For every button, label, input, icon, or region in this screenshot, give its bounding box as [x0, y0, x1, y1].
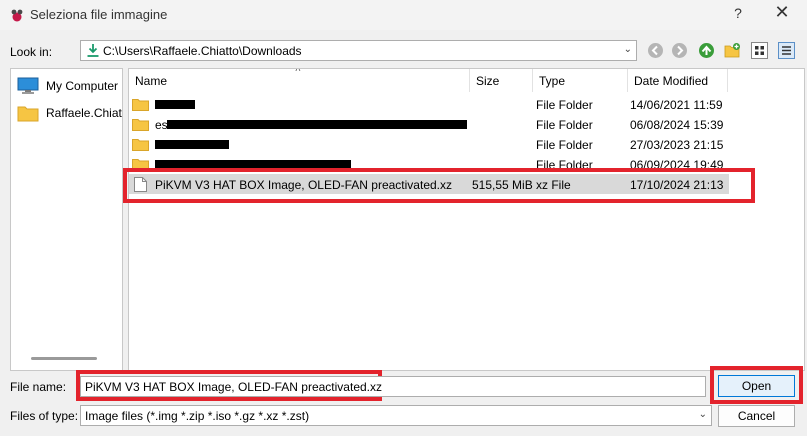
files-of-type-label: Files of type: [10, 409, 79, 423]
column-header-date-modified[interactable]: Date Modified [628, 69, 728, 92]
window-title: Seleziona file immagine [30, 7, 168, 22]
redacted-name [155, 140, 229, 149]
folder-icon [132, 119, 149, 131]
new-folder-icon[interactable] [724, 42, 741, 59]
file-name-label: File name: [10, 380, 67, 394]
column-header-size[interactable]: Size [470, 69, 533, 92]
file-date: 06/08/2024 15:39 [630, 118, 724, 132]
folder-icon [132, 99, 149, 111]
redacted-name [155, 100, 195, 109]
look-in-combo[interactable]: C:\Users\Raffaele.Chiatto\Downloads ⌄ [80, 40, 637, 61]
folder-icon [17, 106, 39, 122]
file-name-input[interactable] [80, 376, 706, 397]
column-header-name[interactable]: Name ˄ [129, 69, 470, 92]
file-date: 14/06/2021 11:59 [630, 98, 723, 112]
redacted-name [155, 160, 351, 168]
title-bar: Seleziona file immagine ? ✕ [0, 0, 807, 30]
computer-icon [17, 77, 39, 94]
close-button[interactable]: ✕ [770, 2, 794, 23]
cancel-button[interactable]: Cancel [718, 405, 795, 427]
highlight-selected-file [123, 168, 755, 203]
file-list: Name ˄ Size Type Date Modified File Fold… [128, 68, 805, 371]
back-icon[interactable] [647, 42, 664, 59]
file-type: File Folder [536, 118, 593, 132]
sort-ascending-icon: ˄ [295, 68, 301, 75]
sidebar-item-label: Raffaele.Chiatt [46, 106, 123, 120]
sidebar-item-my-computer[interactable]: My Computer [11, 73, 122, 99]
sidebar-item-label: My Computer [46, 79, 119, 93]
file-row[interactable]: es File Folder 06/08/2024 15:39 [129, 114, 729, 134]
look-in-path: C:\Users\Raffaele.Chiatto\Downloads [103, 44, 302, 58]
column-header-type[interactable]: Type [533, 69, 628, 92]
file-type: File Folder [536, 98, 593, 112]
open-button[interactable]: Open [718, 375, 795, 397]
sidebar-item-user-folder[interactable]: Raffaele.Chiatt [11, 100, 123, 126]
look-in-label: Look in: [10, 45, 53, 59]
download-icon [87, 44, 99, 57]
file-row[interactable]: File Folder 14/06/2021 11:59 [129, 94, 729, 114]
chevron-down-icon: ⌄ [698, 409, 707, 420]
file-row[interactable]: File Folder 27/03/2023 21:15 [129, 134, 729, 154]
file-name: es [155, 118, 168, 132]
redacted-name [167, 120, 467, 129]
help-button[interactable]: ? [730, 5, 746, 21]
chevron-down-icon: ⌄ [623, 44, 632, 55]
forward-icon[interactable] [671, 42, 688, 59]
sidebar-horizontal-scrollbar[interactable] [31, 357, 97, 360]
raspberry-app-icon [11, 9, 23, 22]
folder-icon [132, 139, 149, 151]
sidebar: My Computer Raffaele.Chiatt [10, 68, 123, 371]
files-of-type-value: Image files (*.img *.zip *.iso *.gz *.xz… [85, 409, 310, 423]
detail-view-icon[interactable] [751, 42, 768, 59]
parent-directory-icon[interactable] [698, 42, 715, 59]
list-view-icon[interactable] [778, 42, 795, 59]
file-date: 27/03/2023 21:15 [630, 138, 724, 152]
files-of-type-combo[interactable]: Image files (*.img *.zip *.iso *.gz *.xz… [80, 405, 712, 426]
file-type: File Folder [536, 138, 593, 152]
